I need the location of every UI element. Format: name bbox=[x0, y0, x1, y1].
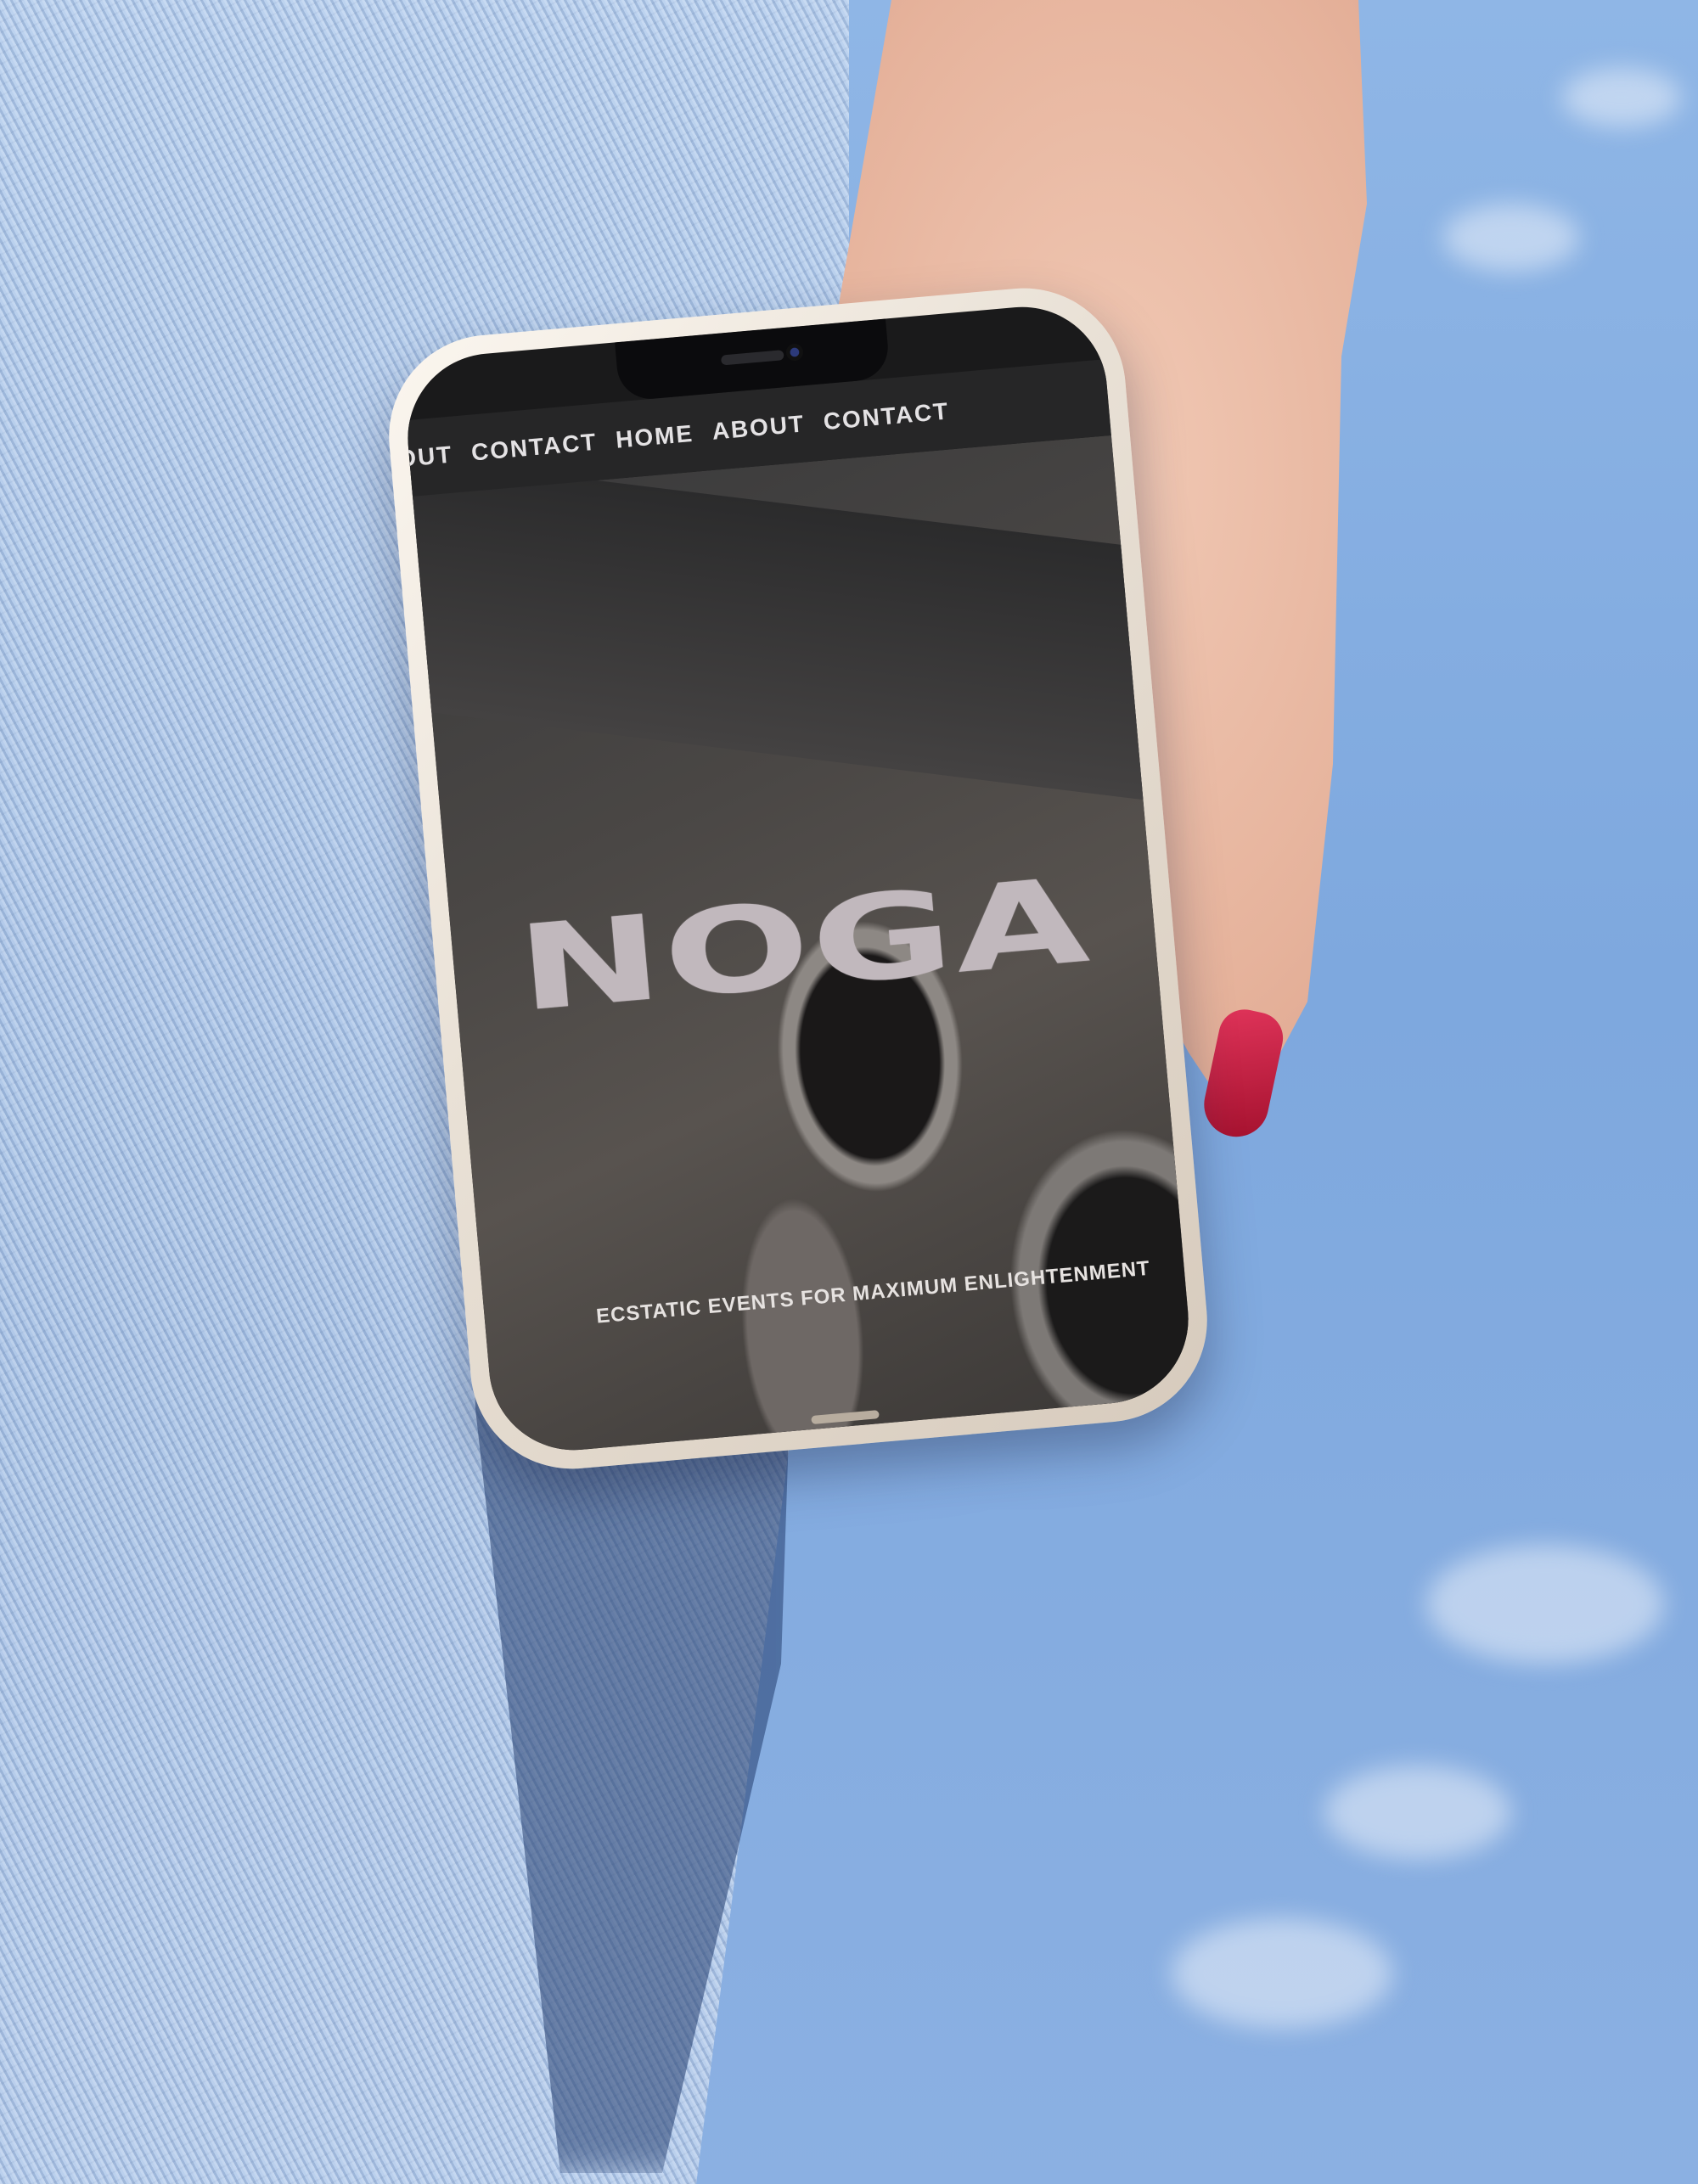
nav-item-contact-2[interactable]: CONTACT bbox=[823, 397, 951, 435]
hero-image: NOGA ECSTATIC EVENTS FOR MAXIMUM ENLIGHT… bbox=[401, 435, 1195, 1457]
cloud bbox=[1443, 204, 1579, 272]
nav-item-contact[interactable]: CONTACT bbox=[470, 429, 599, 467]
cloud bbox=[1562, 68, 1681, 127]
hero-title: NOGA bbox=[512, 852, 1096, 1038]
nav-item-about[interactable]: ABOUT bbox=[711, 410, 806, 445]
cloud bbox=[1426, 1545, 1664, 1664]
cloud bbox=[1172, 1918, 1392, 2029]
speaker-icon bbox=[720, 350, 784, 366]
hero-hat-shape bbox=[401, 445, 1195, 814]
cloud bbox=[1324, 1766, 1511, 1859]
nav-item-home[interactable]: HOME bbox=[615, 420, 694, 454]
phone-screen: BOUT CONTACT HOME ABOUT CONTACT NOGA ECS… bbox=[401, 300, 1195, 1457]
nav-item-about-partial[interactable]: BOUT bbox=[406, 441, 453, 474]
camera-icon bbox=[785, 343, 804, 362]
smartphone: BOUT CONTACT HOME ABOUT CONTACT NOGA ECS… bbox=[380, 279, 1216, 1478]
hero-tagline: ECSTATIC EVENTS FOR MAXIMUM ENLIGHTENMEN… bbox=[595, 1256, 1151, 1328]
